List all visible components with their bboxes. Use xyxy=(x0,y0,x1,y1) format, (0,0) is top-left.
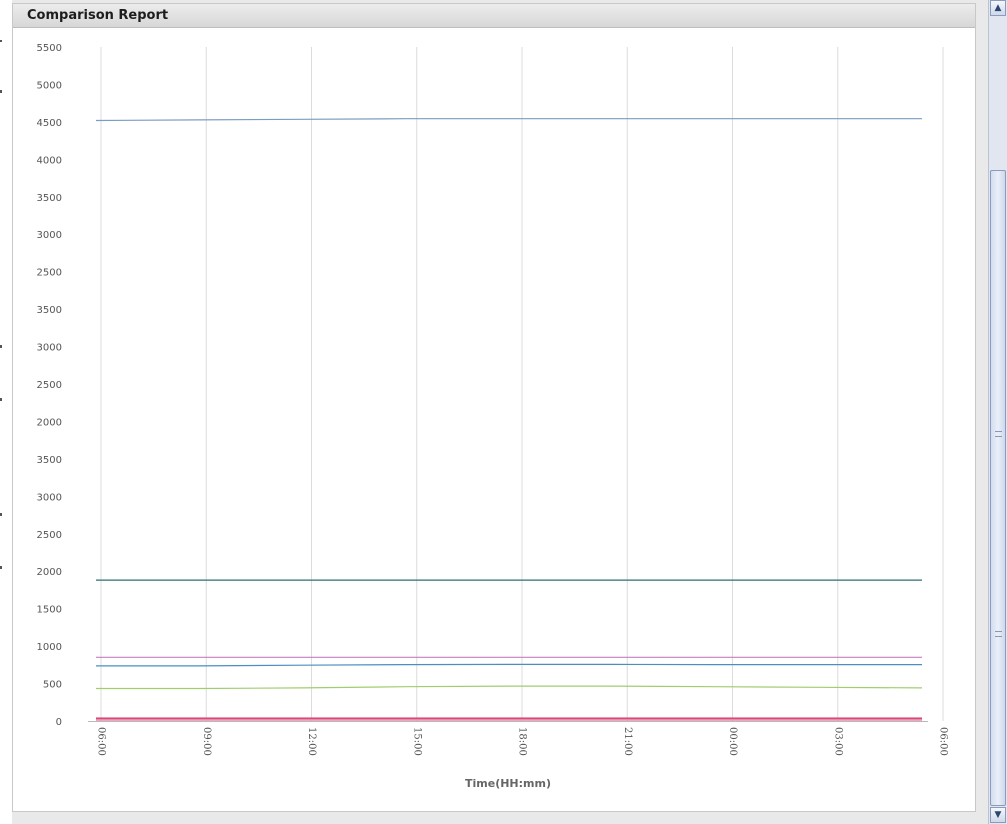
x-axis-label: Time(HH:mm) xyxy=(465,777,551,790)
x-tick-label: 12:00 xyxy=(306,727,317,756)
series-line xyxy=(96,685,923,690)
x-tick-label: 21:00 xyxy=(622,727,633,756)
scroll-down-arrow-icon[interactable]: ▼ xyxy=(990,807,1006,823)
y-tick-label: 2000 xyxy=(37,567,62,578)
x-tick-label: 03:00 xyxy=(832,727,843,756)
y-tick-label: 500 xyxy=(43,680,62,691)
x-tick-label: 09:00 xyxy=(201,727,212,756)
scroll-up-arrow-icon[interactable]: ▲ xyxy=(990,0,1006,16)
y-tick-label: 3500 xyxy=(37,193,62,204)
y-tick-label: 1000 xyxy=(37,642,62,653)
y-tick-label: 3000 xyxy=(37,343,62,354)
series-line xyxy=(95,118,922,122)
y-tick-label: 0 xyxy=(56,717,62,728)
y-tick-label: 5000 xyxy=(37,80,62,91)
scroll-grip-icon xyxy=(995,631,1002,637)
y-tick-label: 5500 xyxy=(37,43,62,54)
y-tick-label: 2500 xyxy=(37,268,62,279)
y-tick-label: 3500 xyxy=(37,455,62,466)
y-tick-label: 3000 xyxy=(37,230,62,241)
y-tick-label: 1500 xyxy=(37,605,62,616)
x-tick-label: 06:00 xyxy=(96,727,107,756)
y-tick-label: 3500 xyxy=(37,305,62,316)
scroll-thumb[interactable] xyxy=(990,170,1006,806)
y-tick-label: 2000 xyxy=(37,417,62,428)
x-tick-label: 00:00 xyxy=(727,727,738,756)
line-chart: 0 500 1000 1500 2000 2500 3000 3500 2000 2500 3000… xyxy=(37,43,949,790)
y-tick-label: 2500 xyxy=(37,380,62,391)
x-tick-label: 06:00 xyxy=(938,727,949,756)
series-line xyxy=(96,663,922,667)
y-tick-label: 4000 xyxy=(37,155,62,166)
y-tick-label: 2500 xyxy=(37,530,62,541)
y-tick-label: 4500 xyxy=(37,118,62,129)
y-tick-label: 3000 xyxy=(37,492,62,503)
vertical-scrollbar[interactable]: ▲ ▼ xyxy=(988,0,1007,824)
x-tick-label: 18:00 xyxy=(517,727,528,756)
x-tick-label: 15:00 xyxy=(411,727,422,756)
scroll-grip-icon xyxy=(995,431,1002,437)
